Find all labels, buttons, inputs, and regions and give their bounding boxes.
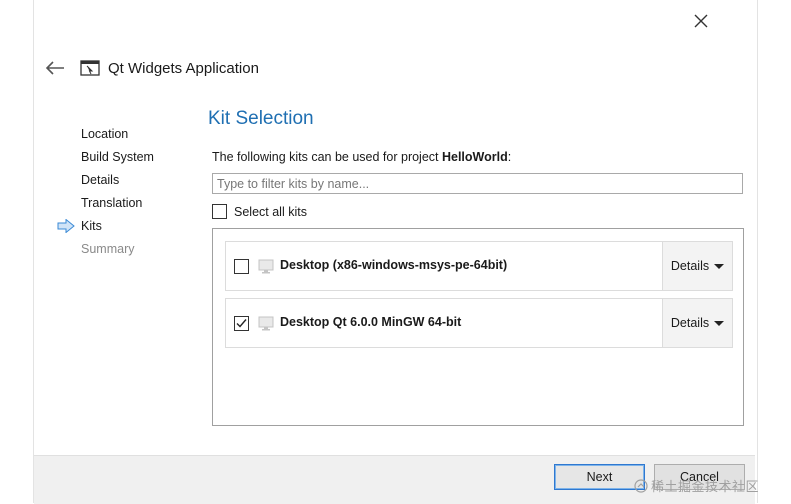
watermark: 稀土掘金技术社区	[634, 476, 759, 495]
next-button[interactable]: Next	[554, 464, 645, 490]
current-step-arrow-icon	[57, 219, 75, 233]
step-kits: Kits	[81, 219, 102, 233]
step-summary: Summary	[81, 242, 135, 256]
wizard-steps: Location Build System Details Translatio…	[81, 126, 154, 264]
checkmark-icon	[236, 319, 247, 328]
window-title: Qt Widgets Application	[108, 60, 259, 77]
step-details: Details	[81, 173, 120, 187]
kit-checkbox[interactable]	[234, 259, 249, 274]
kit-filter-input[interactable]	[212, 173, 743, 194]
monitor-icon	[258, 259, 274, 274]
select-all-checkbox[interactable]	[212, 204, 227, 219]
step-translation: Translation	[81, 196, 143, 210]
back-button[interactable]	[43, 58, 67, 78]
kits-list: Desktop (x86-windows-msys-pe-64bit) Deta…	[212, 228, 744, 426]
watermark-logo-icon	[634, 478, 648, 493]
kit-details-button[interactable]: Details	[662, 299, 732, 347]
kit-checkbox[interactable]	[234, 316, 249, 331]
back-arrow-icon	[45, 61, 64, 75]
details-label: Details	[670, 259, 710, 273]
monitor-icon	[258, 316, 274, 331]
kit-details-button[interactable]: Details	[662, 242, 732, 290]
description-prefix: The following kits can be used for proje…	[212, 150, 442, 164]
close-button[interactable]	[690, 10, 712, 32]
select-all-label: Select all kits	[234, 204, 307, 219]
description-suffix: :	[507, 150, 512, 164]
watermark-text: 稀土掘金技术社区	[651, 480, 760, 495]
project-name: HelloWorld	[441, 150, 508, 164]
qt-window-icon	[80, 60, 100, 76]
close-icon	[694, 14, 708, 28]
kit-name: Desktop Qt 6.0.0 MinGW 64-bit	[280, 315, 462, 329]
page-title: Kit Selection	[208, 108, 314, 129]
kit-row: Desktop (x86-windows-msys-pe-64bit) Deta…	[225, 241, 733, 291]
details-label: Details	[670, 316, 710, 330]
select-all-kits[interactable]: Select all kits	[212, 204, 307, 219]
kits-description: The following kits can be used for proje…	[212, 150, 511, 164]
chevron-down-icon	[714, 320, 725, 326]
step-build-system: Build System	[81, 150, 154, 164]
kit-name: Desktop (x86-windows-msys-pe-64bit)	[280, 258, 508, 272]
chevron-down-icon	[714, 263, 725, 269]
kit-row: Desktop Qt 6.0.0 MinGW 64-bit Details	[225, 298, 733, 348]
step-location: Location	[81, 127, 129, 141]
